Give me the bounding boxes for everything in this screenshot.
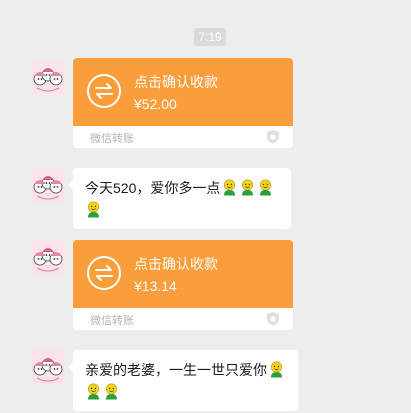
avatar[interactable] [31,240,65,274]
smiley-emoji-icon [85,201,102,218]
smiley-emoji-icon [268,361,285,378]
message-bubble[interactable]: 亲爱的老婆，一生一世只爱你 [68,350,298,411]
avatar[interactable] [31,350,65,384]
message-text: 亲爱的老婆，一生一世只爱你 [85,362,267,378]
transfer-footer-label: 微信转账 [90,133,134,145]
transfer-arrows-icon [87,256,121,290]
message-text: 今天520，爱你多一点 [85,180,221,196]
transfer-card-footer: 微信转账 [73,126,293,148]
avatar-image [31,240,65,274]
shield-icon [267,312,279,326]
smiley-emoji-icon [257,179,274,196]
smiley-emoji-icon [103,383,120,400]
smiley-emoji-icon [239,179,256,196]
transfer-card[interactable]: 点击确认收款 ¥13.14 微信转账 [73,240,293,330]
smiley-emoji-icon [85,383,102,400]
transfer-title: 点击确认收款 [134,74,218,90]
avatar-image [31,350,65,384]
smiley-emoji-icon [221,179,238,196]
transfer-footer-label: 微信转账 [90,315,134,327]
transfer-card-footer: 微信转账 [73,308,293,330]
transfer-amount: ¥52.00 [134,96,177,112]
transfer-amount: ¥13.14 [134,278,177,294]
transfer-card[interactable]: 点击确认收款 ¥52.00 微信转账 [73,58,293,148]
avatar-image [31,168,65,202]
transfer-card-header: 点击确认收款 ¥52.00 [73,58,293,126]
transfer-title: 点击确认收款 [134,256,218,272]
transfer-arrows-icon [87,74,121,108]
shield-icon [267,130,279,144]
avatar[interactable] [31,168,65,202]
avatar-image [31,60,65,94]
message-bubble[interactable]: 今天520，爱你多一点 [68,168,291,229]
timestamp-badge: 7:19 [194,28,226,46]
transfer-card-header: 点击确认收款 ¥13.14 [73,240,293,308]
avatar[interactable] [31,60,65,94]
